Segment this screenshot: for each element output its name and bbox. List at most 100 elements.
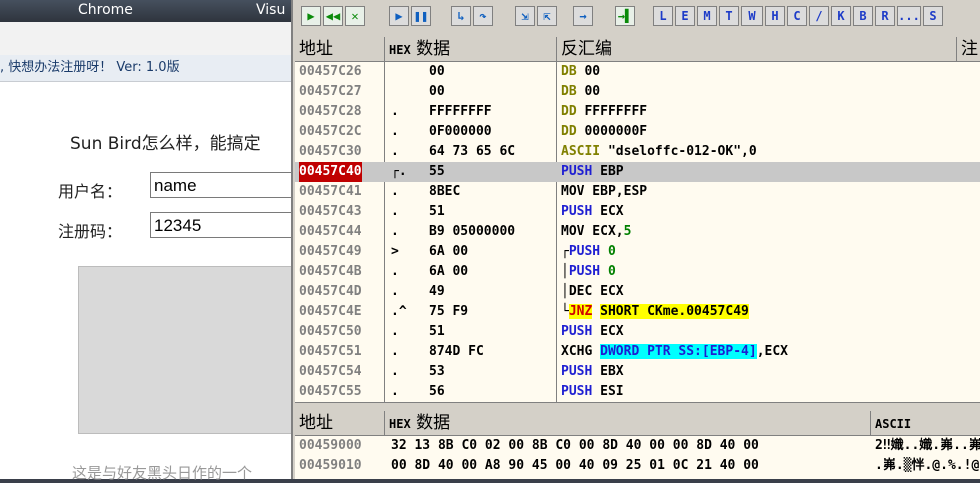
toolbar-button-more[interactable]: ... (897, 6, 921, 26)
hex-column-header[interactable]: HEX 数据 (385, 37, 557, 61)
toolbar-button-t[interactable]: T (719, 6, 739, 26)
dump-hex: 32 13 8B C0 02 00 8B C0 00 8D 40 00 00 8… (391, 438, 759, 453)
row-address: 00457C55 (299, 384, 362, 399)
disasm-row[interactable]: 00457C49 >6A 00 ┌PUSH 0 (295, 242, 980, 262)
row-disasm: PUSH ECX (561, 324, 624, 339)
row-jump-marker: . (391, 364, 399, 379)
disasm-row[interactable]: 00457C44. B9 05000000 MOV ECX,5 (295, 222, 980, 242)
pause-icon[interactable]: ❚❚ (411, 6, 431, 26)
toolbar-button-s[interactable]: S (923, 6, 943, 26)
dump-address: 00459000 (299, 438, 362, 453)
row-jump-marker: . (391, 184, 399, 199)
dump-ascii: .岪.▒怑.@.%.!@. (875, 458, 980, 473)
disasm-row[interactable]: 00457C41. 8BEC MOV EBP,ESP (295, 182, 980, 202)
disasm-column-header[interactable]: 反汇编 (557, 37, 957, 61)
step-into-icon[interactable]: ↳ (451, 6, 471, 26)
crackme-body: Sun Bird怎么样，能搞定 用户名： name 注册码： 12345 这是与… (0, 82, 294, 482)
dump-ascii: 2‼嬂..嬂.岪..岪. (875, 438, 980, 453)
row-disasm: │DEC ECX (561, 284, 624, 299)
disasm-row[interactable]: 00457C30. 64 73 65 6C ASCII "dseloffc-012-… (295, 142, 980, 162)
row-jump-marker: ┌. (391, 164, 407, 179)
dump-ascii-header[interactable]: ASCII (871, 411, 980, 435)
execute-till-return-icon[interactable]: → (573, 6, 593, 26)
disasm-row[interactable]: 00457C4E .^ 75 F9 └JNZ SHORT CKme.00457C49 (295, 302, 980, 322)
step-over-icon[interactable]: ↷ (473, 6, 493, 26)
toolbar-button-slash[interactable]: / (809, 6, 829, 26)
cpu-pane-header: 地址 HEX 数据 反汇编 注 (295, 37, 980, 62)
row-address: 00457C4B (299, 264, 362, 279)
disasm-row[interactable]: 00457C40 ┌. 55 PUSH EBP (295, 162, 980, 182)
toolbar-button-h[interactable]: H (765, 6, 785, 26)
disasm-row[interactable]: 00457C54. 53 PUSH EBX (295, 362, 980, 382)
row-hex: 64 73 65 6C (429, 144, 516, 159)
row-hex: 0F000000 (429, 124, 492, 139)
disasm-row[interactable]: 00457C2C. 0F000000 DD 0000000F (295, 122, 980, 142)
row-disasm: ┌PUSH 0 (561, 244, 616, 259)
visual-taskbar-label[interactable]: Visu (256, 2, 285, 18)
regcode-label: 注册码： (58, 222, 123, 241)
goto-icon[interactable]: →▌ (615, 6, 635, 26)
row-jump-marker: . (391, 344, 399, 359)
crackme-question: Sun Bird怎么样，能搞定 (70, 134, 261, 154)
open-icon[interactable]: ▶ (301, 6, 321, 26)
row-disasm: │PUSH 0 (561, 264, 616, 279)
dump-hex-header[interactable]: HEX 数据 (385, 411, 871, 435)
dump-address: 00459010 (299, 458, 362, 473)
toolbar-button-e[interactable]: E (675, 6, 695, 26)
disassembly-pane[interactable]: 00457C26 00 DB 00 00457C27 00 DB 00 00457C28. F… (295, 62, 980, 402)
username-input[interactable]: name (150, 172, 292, 198)
row-jump-marker: . (391, 104, 399, 119)
rewind-icon[interactable]: ◀◀ (323, 6, 343, 26)
row-hex: 49 (429, 284, 445, 299)
dump-hex: 00 8D 40 00 A8 90 45 00 40 09 25 01 0C 2… (391, 458, 759, 473)
disasm-row[interactable]: 00457C26 00 DB 00 (295, 62, 980, 82)
row-disasm: ASCII "dseloffc-012-OK",0 (561, 144, 757, 159)
trace-into-icon[interactable]: ⇲ (515, 6, 535, 26)
hex-header-label: HEX (389, 43, 411, 57)
toolbar-button-w[interactable]: W (741, 6, 763, 26)
toolbar-button-c[interactable]: C (787, 6, 807, 26)
disasm-row[interactable]: 00457C55. 56 PUSH ESI (295, 382, 980, 402)
row-disasm: PUSH EBX (561, 364, 624, 379)
row-jump-marker: . (391, 224, 399, 239)
row-hex: 56 (429, 384, 445, 399)
disasm-row[interactable]: 00457C4B. 6A 00 │PUSH 0 (295, 262, 980, 282)
dump-pane[interactable]: 00459000 32 13 8B C0 02 00 8B C0 00 8D 40… (295, 436, 980, 479)
dump-ascii-label: ASCII (875, 417, 912, 431)
close-icon[interactable]: ✕ (345, 6, 365, 26)
toolbar-button-m[interactable]: M (697, 6, 717, 26)
row-hex: 55 (429, 164, 445, 179)
toolbar-button-b[interactable]: B (853, 6, 873, 26)
disasm-row[interactable]: 00457C50. 51 PUSH ECX (295, 322, 980, 342)
row-jump-marker: . (391, 144, 399, 159)
row-disasm: PUSH EBP (561, 164, 624, 179)
row-address: 00457C43 (299, 204, 362, 219)
toolbar-button-k[interactable]: K (831, 6, 851, 26)
disasm-row[interactable]: 00457C4D. 49 │DEC ECX (295, 282, 980, 302)
chrome-taskbar-label[interactable]: Chrome (78, 2, 133, 18)
pane-splitter[interactable] (295, 402, 980, 411)
row-disasm: DD 0000000F (561, 124, 648, 139)
row-hex: 874D FC (429, 344, 484, 359)
row-disasm: PUSH ECX (561, 204, 624, 219)
disasm-row[interactable]: 00457C28. FFFFFFFF DD FFFFFFFF (295, 102, 980, 122)
row-hex: 00 (429, 84, 445, 99)
run-icon[interactable]: ▶ (389, 6, 409, 26)
trace-over-icon[interactable]: ⇱ (537, 6, 557, 26)
dump-pane-header: 地址 HEX 数据 ASCII (295, 411, 980, 436)
row-disasm: DD FFFFFFFF (561, 104, 648, 119)
row-disasm: └JNZ SHORT CKme.00457C49 (561, 304, 749, 319)
disasm-row[interactable]: 00457C43. 51 PUSH ECX (295, 202, 980, 222)
comment-column-header[interactable]: 注 (957, 37, 980, 61)
regcode-input[interactable]: 12345 (150, 212, 292, 238)
username-label: 用户名： (58, 182, 123, 201)
row-disasm: DB 00 (561, 84, 601, 99)
toolbar-button-l[interactable]: L (653, 6, 673, 26)
row-address: 00457C44 (299, 224, 362, 239)
dump-address-header[interactable]: 地址 (295, 411, 385, 435)
address-column-header[interactable]: 地址 (295, 37, 385, 61)
crackme-panel (78, 266, 294, 434)
disasm-row[interactable]: 00457C27 00 DB 00 (295, 82, 980, 102)
disasm-row[interactable]: 00457C51. 874D FC XCHG DWORD PTR SS:[EBP-4… (295, 342, 980, 362)
toolbar-button-r[interactable]: R (875, 6, 895, 26)
